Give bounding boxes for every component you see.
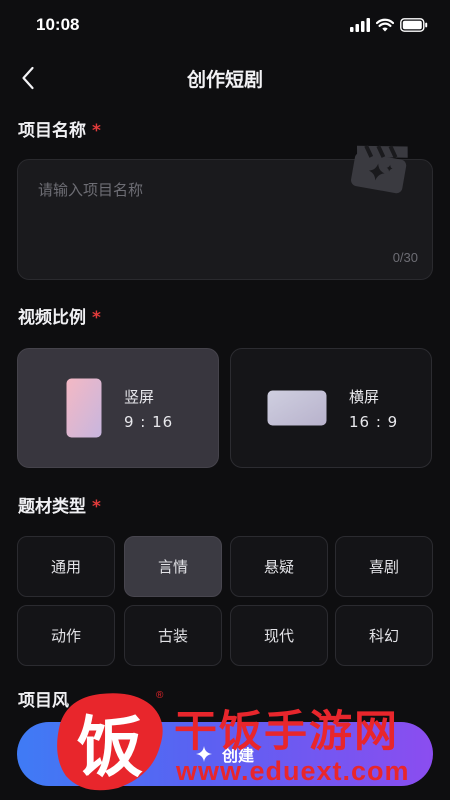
clapperboard-icon <box>351 144 408 194</box>
create-button-label: 创建 <box>221 746 254 765</box>
back-icon <box>22 66 34 90</box>
status-icons <box>350 18 428 32</box>
genre-tag-suspense[interactable]: 悬疑 <box>230 536 328 597</box>
style-label: 项目风 <box>18 691 69 711</box>
registered-mark: ® <box>156 690 164 701</box>
status-time: 10:08 <box>36 15 80 34</box>
genre-label-text: 题材类型 <box>18 497 86 517</box>
char-counter: 0/30 <box>392 250 418 265</box>
genre-label: 题材类型 * <box>18 492 101 517</box>
required-mark: * <box>92 497 101 517</box>
ratio-option-landscape[interactable]: 横屏 16 : 9 <box>230 348 432 468</box>
genre-tag-modern[interactable]: 现代 <box>230 605 328 666</box>
ratio-value: 16 : 9 <box>349 412 399 431</box>
signal-icon <box>350 18 370 32</box>
page-title: 创作短剧 <box>186 68 263 91</box>
aspect-ratio-label-text: 视频比例 <box>18 308 86 328</box>
genre-tag-costume[interactable]: 古装 <box>124 605 222 666</box>
portrait-shape-icon <box>66 378 102 438</box>
wifi-icon <box>376 18 394 32</box>
ratio-name: 横屏 <box>349 387 380 406</box>
genre-tag-romance[interactable]: 言情 <box>124 536 222 597</box>
genre-tag-scifi[interactable]: 科幻 <box>335 605 433 666</box>
create-button[interactable]: 创建 <box>17 722 433 786</box>
aspect-ratio-label: 视频比例 * <box>18 303 101 328</box>
back-button[interactable] <box>10 60 46 96</box>
genre-tag-comedy[interactable]: 喜剧 <box>335 536 433 597</box>
landscape-shape-icon <box>267 390 327 426</box>
genre-tag-general[interactable]: 通用 <box>17 536 115 597</box>
genre-tag-action[interactable]: 动作 <box>17 605 115 666</box>
battery-icon <box>400 18 428 32</box>
required-mark: * <box>92 308 101 328</box>
ratio-name: 竖屏 <box>124 387 155 406</box>
project-name-label: 项目名称 * <box>18 116 101 141</box>
status-bar: 10:08 <box>0 0 450 50</box>
ratio-option-portrait[interactable]: 竖屏 9 : 16 <box>17 348 219 468</box>
project-name-label-text: 项目名称 <box>18 121 86 141</box>
required-mark: * <box>92 121 101 141</box>
sparkle-icon <box>195 746 212 762</box>
ratio-value: 9 : 16 <box>124 412 174 431</box>
nav-bar: 创作短剧 <box>0 52 450 104</box>
project-name-input[interactable] <box>38 178 338 202</box>
